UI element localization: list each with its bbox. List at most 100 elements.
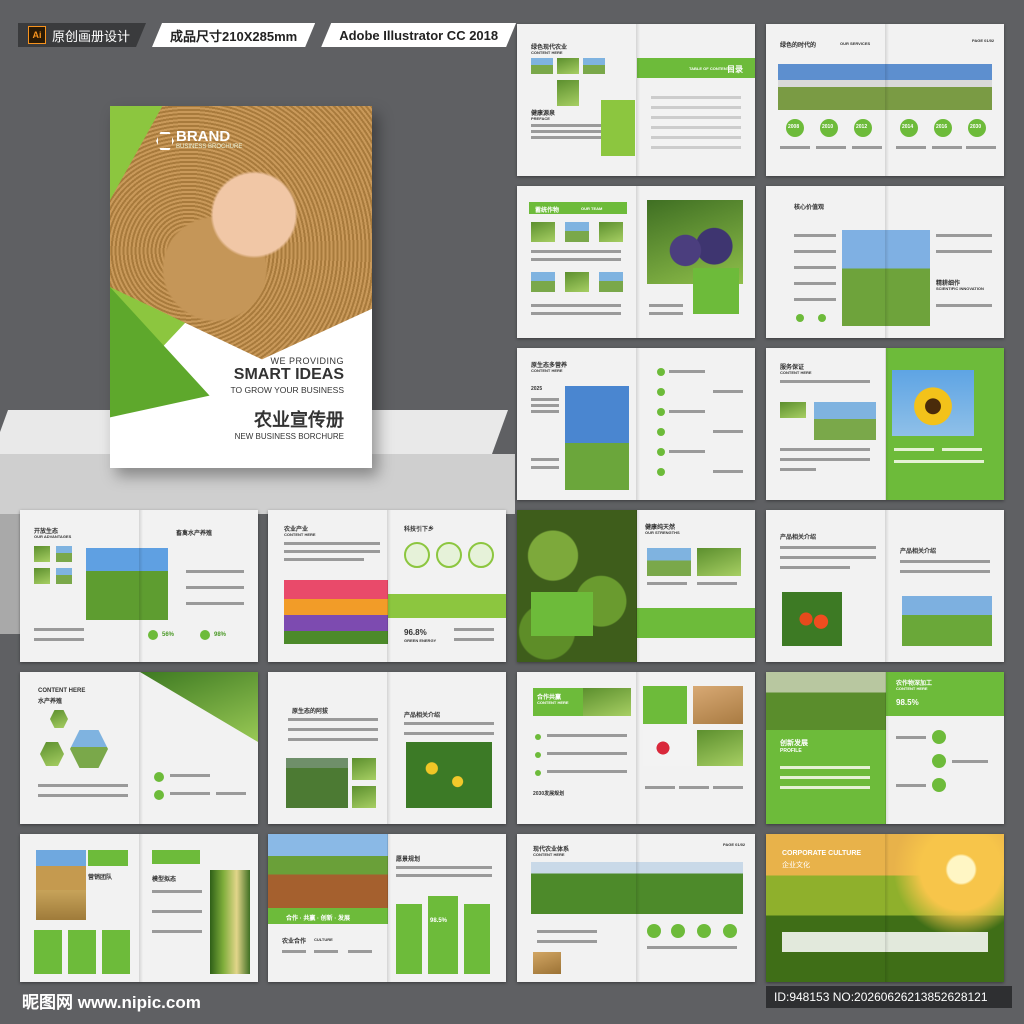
text-line <box>794 298 836 301</box>
spread-heading: 科技引下乡 <box>404 527 435 533</box>
text-line <box>647 582 687 585</box>
spread-subtitle: OUR STRENGTHS <box>645 530 680 535</box>
bullet-dot <box>657 428 665 436</box>
bullet-dot <box>657 388 665 396</box>
cover-title: 农业宣传册 <box>254 410 344 430</box>
photo <box>565 222 589 242</box>
text-line <box>794 266 836 269</box>
photo <box>531 222 555 242</box>
text-line <box>651 146 741 149</box>
brochure-spread: 创新发展 PROFILE 农作物深加工 CONTENT HERE 98.5% <box>766 672 1004 824</box>
crop-photo <box>140 672 258 742</box>
sky-field-photo <box>565 386 629 490</box>
text-line <box>284 550 380 553</box>
brochure-spread: 合作共赢 CONTENT HERE 2030发展规划 <box>517 672 755 824</box>
text-line <box>282 950 306 953</box>
text-line <box>894 460 984 463</box>
photo <box>531 272 555 292</box>
text-line <box>404 732 494 735</box>
spread-title: 营销团队 <box>88 875 113 881</box>
spread-subtitle: OUR SERVICES <box>840 41 871 46</box>
orange-tree-photo <box>406 742 492 808</box>
text-line <box>186 570 244 573</box>
spread-title: 核心价值观 <box>794 205 825 211</box>
bullet-dot <box>535 752 541 758</box>
spread-heading: 产品相关介绍 <box>900 549 937 555</box>
green-block <box>601 100 635 156</box>
text-line <box>794 282 836 285</box>
text-line <box>651 106 741 109</box>
text-line <box>649 304 683 307</box>
year-label: 2025 <box>531 386 543 392</box>
photo <box>780 402 806 418</box>
spread-subtitle: CONTENT HERE <box>896 686 928 691</box>
brand-subtitle: BUSINESS BROCHURE <box>176 144 243 150</box>
farm-field-photo <box>268 834 388 908</box>
brochure-spread: CORPORATE CULTURE 企业文化 <box>766 834 1004 982</box>
brochure-spread: 服务保证 CONTENT HERE <box>766 348 1004 500</box>
brochure-spread: 合作 · 共赢 · 创新 · 发展 农业合作 CULTURE 愿景规划 98.5… <box>268 834 506 982</box>
green-block <box>152 850 200 864</box>
timeline-year: 2030 <box>970 124 982 130</box>
text-line <box>780 448 870 451</box>
spread-subtitle: CONTENT HERE <box>533 852 565 857</box>
spread-subtitle: CONTENT HERE <box>537 700 569 705</box>
step-circle <box>468 542 494 568</box>
brochure-spread: 开放生态 OUR ADVANTAGES 畜禽水产养殖 56% 98% <box>20 510 258 662</box>
spread-title: CORPORATE CULTURE <box>782 850 862 857</box>
sunflower-photo <box>892 370 974 436</box>
photo <box>599 222 623 242</box>
text-line <box>396 874 492 877</box>
brochure-cover: BRAND BUSINESS BROCHURE WE PROVIDING SMA… <box>110 106 372 468</box>
text-line <box>794 250 836 253</box>
spread-title: 蓄统作物 <box>535 208 560 214</box>
text-line <box>894 448 934 451</box>
image-id: ID:948153 NO:20260626213852628121 <box>766 986 1012 1008</box>
percent-value: 96.8% <box>404 628 427 637</box>
photo <box>352 786 376 808</box>
text-line <box>780 546 876 549</box>
text-line <box>852 146 882 149</box>
step-circle <box>932 730 946 744</box>
bullet-dot <box>535 734 541 740</box>
text-line <box>537 940 597 943</box>
spread-subtitle: PREFACE <box>531 116 550 121</box>
text-line <box>780 786 870 789</box>
timeline-year: 2016 <box>936 124 948 130</box>
spread-title: 愿景规划 <box>396 857 421 863</box>
text-line <box>288 738 378 741</box>
text-line <box>697 582 737 585</box>
percent-value: 98.5% <box>430 918 448 924</box>
text-line <box>932 146 962 149</box>
photo <box>647 548 691 576</box>
spread-subtitle: 企业文化 <box>782 862 810 869</box>
text-line <box>900 570 990 573</box>
text-line <box>900 560 990 563</box>
spread-title: CONTENT HERE <box>38 688 86 694</box>
text-line <box>794 234 836 237</box>
seedling-photo <box>697 730 743 766</box>
green-band <box>637 608 755 638</box>
step-circle <box>932 778 946 792</box>
text-line <box>679 786 709 789</box>
text-line <box>186 586 244 589</box>
corn-photo <box>210 870 250 974</box>
text-line <box>713 470 743 473</box>
bullet-dot <box>657 448 665 456</box>
green-block <box>428 896 458 974</box>
brochure-spread: 蓄统作物 OUR TEAM <box>517 186 755 338</box>
text-line <box>713 390 743 393</box>
photo <box>34 568 50 584</box>
text-line <box>936 304 992 307</box>
text-line <box>896 146 926 149</box>
green-block <box>531 592 593 636</box>
text-line <box>152 910 202 913</box>
bullet-dot <box>154 790 164 800</box>
text-line <box>216 792 246 795</box>
text-line <box>537 930 597 933</box>
text-line <box>314 950 338 953</box>
header-tag: Ai 原创画册设计 <box>18 23 146 47</box>
illustrator-icon: Ai <box>28 26 46 44</box>
spread-title: 产品相关介绍 <box>780 535 817 541</box>
text-line <box>284 542 380 545</box>
